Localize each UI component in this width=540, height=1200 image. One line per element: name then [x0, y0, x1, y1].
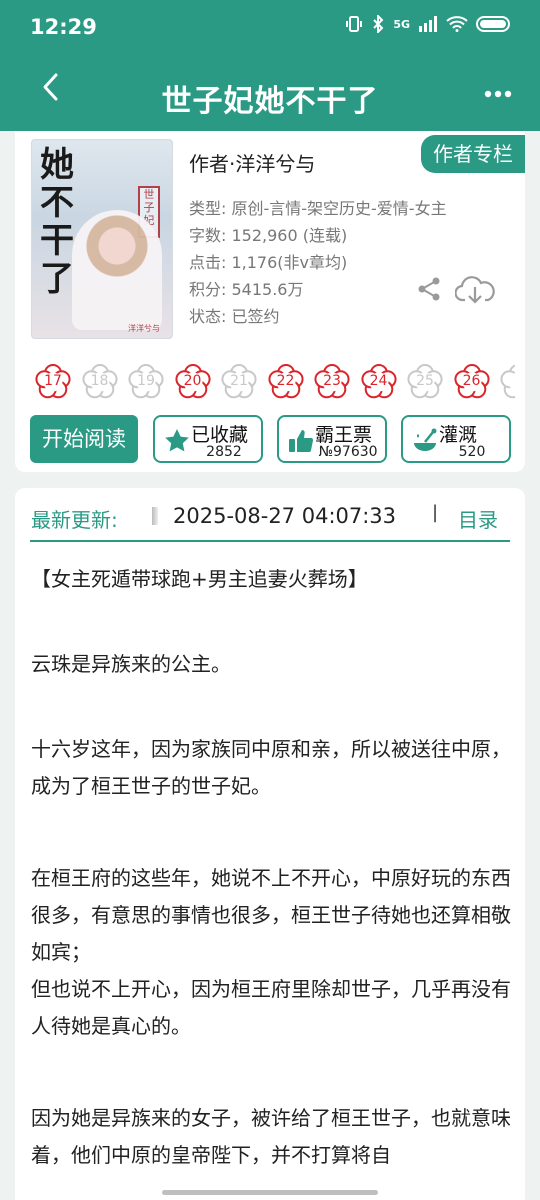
divider: [30, 540, 510, 542]
book-type: 类型: 原创-言情-架空历史-爱情-女主: [189, 199, 447, 218]
book-info-card: 她不干了 世子妃 洋洋兮与 作者·洋洋兮与 作者专栏 类型: 原创-言情-架空历…: [15, 131, 525, 472]
summary-paragraph: 因为她是异族来的女子，被许给了桓王世子，也就意味着，他们中原的皇帝陛下，并不打算…: [31, 1106, 511, 1167]
status-bar: 12:29 5G: [0, 0, 540, 56]
book-meta: 类型: 原创-言情-架空历史-爱情-女主 字数: 152,960 (连载) 点击…: [189, 195, 447, 330]
flower-badge[interactable]: 26: [453, 364, 490, 400]
guangai-label: 灌溉: [439, 424, 478, 446]
flower-badge[interactable]: 25: [407, 364, 443, 400]
flower-badge[interactable]: 20: [174, 364, 211, 400]
nav-bar: 世子妃她不干了: [0, 56, 540, 131]
status-icons: 5G: [345, 15, 510, 33]
status-time: 12:29: [30, 15, 97, 39]
guangai-button[interactable]: 灌溉 520: [401, 415, 511, 463]
summary-paragraph: 十六岁这年，因为家族同中原和亲，所以被送往中原，成为了桓王世子的世子妃。: [31, 737, 511, 798]
author-column-button[interactable]: 作者专栏: [421, 135, 525, 173]
flower-number: 17: [44, 373, 62, 389]
flower-number: 19: [137, 373, 155, 389]
latest-update-label: 最新更新:: [31, 508, 118, 532]
book-cover[interactable]: 她不干了 世子妃 洋洋兮与: [31, 139, 173, 339]
network-type: 5G: [393, 17, 410, 31]
star-icon: [165, 429, 189, 452]
latest-update-date: 2025-08-27 04:07:33: [173, 504, 397, 528]
book-score: 积分: 5415.6万: [189, 280, 304, 299]
flower-badge[interactable]: 24: [360, 364, 397, 400]
wifi-icon: [446, 16, 468, 32]
flower-number: 20: [183, 373, 202, 389]
favorite-button[interactable]: 已收藏 2852: [153, 415, 263, 463]
vibrate-icon: [346, 16, 363, 32]
book-words: 字数: 152,960 (连载): [189, 226, 348, 245]
book-clicks: 点击: 1,176(非v章均): [189, 253, 348, 272]
author-name[interactable]: 作者·洋洋兮与: [189, 148, 315, 177]
flower-badge[interactable]: 21: [221, 364, 257, 400]
flower-number: 25: [416, 373, 434, 389]
bawang-label: 霸王票: [315, 424, 373, 446]
favorite-count: 2852: [206, 444, 242, 460]
flower-number: 21: [230, 373, 248, 389]
flower-row: 17 18 19 20 21 22 23 24 25 26: [35, 364, 515, 400]
home-indicator[interactable]: [162, 1190, 378, 1195]
page-title: 世子妃她不干了: [161, 84, 379, 119]
signal-icon: [419, 16, 437, 32]
battery-icon: [476, 16, 510, 32]
flower-number: 22: [276, 373, 295, 389]
flower-badge[interactable]: 18: [81, 364, 118, 400]
summary-paragraph: 【女主死遁带球跑+男主追妻火葬场】: [31, 567, 368, 591]
flower-number: 24: [369, 373, 388, 389]
favorite-label: 已收藏: [191, 424, 249, 446]
flower-badge[interactable]: 23: [314, 364, 350, 400]
more-dots-icon: [484, 90, 512, 98]
bawang-button[interactable]: 霸王票 №97630: [277, 415, 387, 463]
summary-paragraph: 在桓王府的这些年，她说不上不开心，中原好玩的东西很多，有意思的事情也很多，桓王世…: [31, 866, 511, 964]
book-status: 状态: 已签约: [189, 307, 280, 326]
flower-badge[interactable]: 17: [35, 364, 71, 400]
update-separator: |: [432, 502, 439, 523]
bluetooth-icon: [373, 15, 384, 33]
flower-number: 18: [90, 373, 109, 389]
flower-badge[interactable]: 22: [267, 364, 304, 400]
summary-paragraph: 云珠是异族来的公主。: [31, 652, 231, 676]
cover-author-mark: 洋洋兮与: [128, 324, 160, 333]
thumbs-up-icon: [289, 430, 314, 453]
update-marker: [152, 507, 158, 525]
flower-icon: [500, 364, 515, 399]
start-reading-button[interactable]: 开始阅读: [30, 415, 138, 463]
flower-badge[interactable]: [500, 364, 515, 400]
cover-illustration: [72, 210, 162, 330]
flower-number: 23: [323, 373, 341, 389]
download-icon[interactable]: [455, 274, 495, 306]
watering-icon: [414, 428, 437, 451]
bawang-count: №97630: [318, 444, 378, 460]
book-detail-card: 最新更新: 2025-08-27 04:07:33 | 目录 【女主死遁带球跑+…: [15, 488, 525, 1200]
more-button[interactable]: [484, 76, 512, 106]
share-icon[interactable]: [416, 276, 442, 302]
guangai-count: 520: [458, 444, 486, 460]
summary-paragraph: 但也说不上开心，因为桓王府里除却世子，几乎再没有人待她是真心的。: [31, 977, 511, 1038]
flower-badge[interactable]: 19: [128, 364, 164, 400]
flower-number: 26: [462, 373, 481, 389]
toc-link[interactable]: 目录: [458, 504, 498, 533]
